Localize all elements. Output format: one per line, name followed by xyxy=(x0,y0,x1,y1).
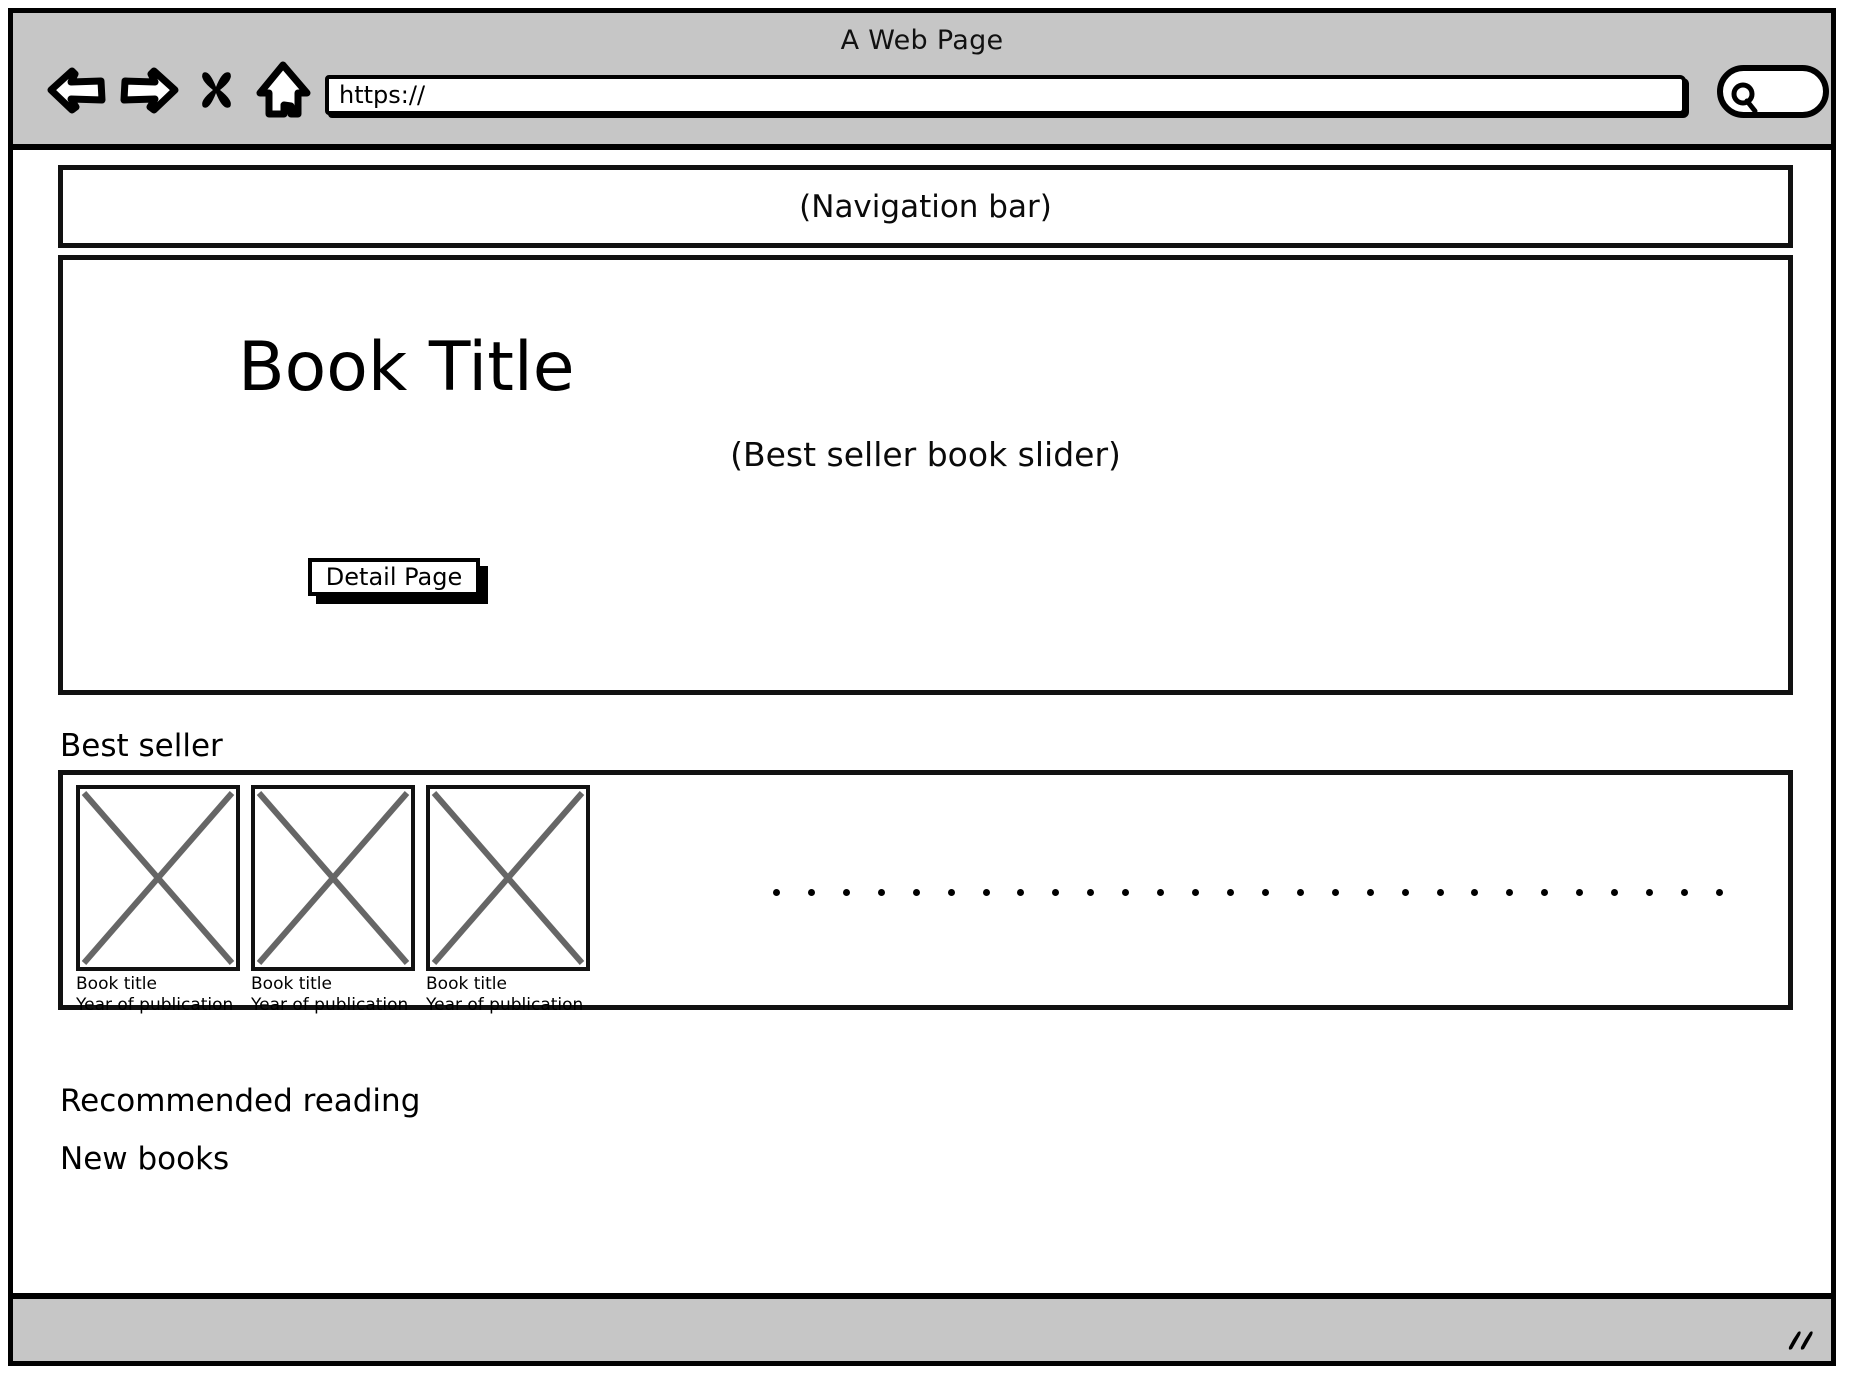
dot xyxy=(1680,888,1688,896)
search-input[interactable] xyxy=(1717,65,1829,118)
dot xyxy=(1122,888,1130,896)
resize-grip-icon[interactable] xyxy=(1777,1321,1817,1353)
dot xyxy=(1541,888,1549,896)
hero-slider[interactable]: Book Title (Best seller book slider) Det… xyxy=(58,255,1793,695)
dot xyxy=(1471,888,1479,896)
back-arrow-icon[interactable] xyxy=(45,57,109,123)
book-title: Book title xyxy=(426,974,507,994)
url-bar[interactable]: https:// xyxy=(325,75,1686,115)
more-items-dots xyxy=(773,887,1723,897)
navigation-bar-label: (Navigation bar) xyxy=(799,188,1052,225)
dot xyxy=(1296,888,1304,896)
list-item-meta: Book title Year of publication xyxy=(426,974,590,1016)
list-item-meta: Book title Year of publication xyxy=(76,974,240,1016)
book-year: Year of publication xyxy=(76,995,234,1016)
best-seller-card-row: Book title Year of publication Book titl… xyxy=(76,785,590,1016)
dot xyxy=(1506,888,1514,896)
browser-window: A Web Page https:// (Navigation bar) Boo… xyxy=(8,8,1836,1366)
dot xyxy=(842,888,850,896)
list-item[interactable]: Book title Year of publication xyxy=(426,785,590,1016)
dot xyxy=(1436,888,1444,896)
list-item-meta: Book title Year of publication xyxy=(251,974,415,1016)
dot xyxy=(1017,888,1025,896)
book-year: Year of publication xyxy=(426,995,584,1016)
navigation-bar[interactable]: (Navigation bar) xyxy=(58,165,1793,248)
search-icon xyxy=(1731,82,1758,114)
dot xyxy=(1157,888,1165,896)
hero-book-title: Book Title xyxy=(238,328,575,407)
hero-slider-label: (Best seller book slider) xyxy=(730,435,1121,474)
browser-statusbar xyxy=(13,1293,1831,1361)
detail-page-button[interactable]: Detail Page xyxy=(308,558,480,596)
dot xyxy=(1087,888,1095,896)
list-item[interactable]: Book title Year of publication xyxy=(251,785,415,1016)
dot xyxy=(912,888,920,896)
dot xyxy=(773,888,780,896)
page-canvas: (Navigation bar) Book Title (Best seller… xyxy=(13,150,1831,1293)
url-input[interactable]: https:// xyxy=(339,83,425,107)
recommended-reading-heading: Recommended reading xyxy=(60,1083,421,1119)
dot xyxy=(1366,888,1374,896)
window-title: A Web Page xyxy=(840,25,1004,56)
book-title: Book title xyxy=(76,974,157,994)
dot xyxy=(1646,888,1654,896)
image-placeholder-icon xyxy=(76,785,240,971)
best-seller-heading: Best seller xyxy=(60,728,223,764)
dot xyxy=(877,888,885,896)
list-item[interactable]: Book title Year of publication xyxy=(76,785,240,1016)
book-year: Year of publication xyxy=(251,995,409,1016)
image-placeholder-icon xyxy=(251,785,415,971)
dot xyxy=(1611,888,1619,896)
best-seller-strip: Book title Year of publication Book titl… xyxy=(58,770,1793,1015)
dot xyxy=(947,888,955,896)
browser-titlebar: A Web Page https:// xyxy=(13,13,1831,150)
dot xyxy=(982,888,990,896)
forward-arrow-icon[interactable] xyxy=(117,57,181,123)
dot xyxy=(1226,888,1234,896)
dot xyxy=(1052,888,1060,896)
dot xyxy=(1401,888,1409,896)
dot xyxy=(1715,888,1723,896)
close-x-icon[interactable] xyxy=(193,57,241,123)
new-books-heading: New books xyxy=(60,1141,230,1177)
dot xyxy=(1192,888,1200,896)
dot xyxy=(1261,888,1269,896)
dot xyxy=(807,888,815,896)
dot xyxy=(1331,888,1339,896)
home-icon[interactable] xyxy=(251,57,315,123)
dot xyxy=(1576,888,1584,896)
book-title: Book title xyxy=(251,974,332,994)
image-placeholder-icon xyxy=(426,785,590,971)
